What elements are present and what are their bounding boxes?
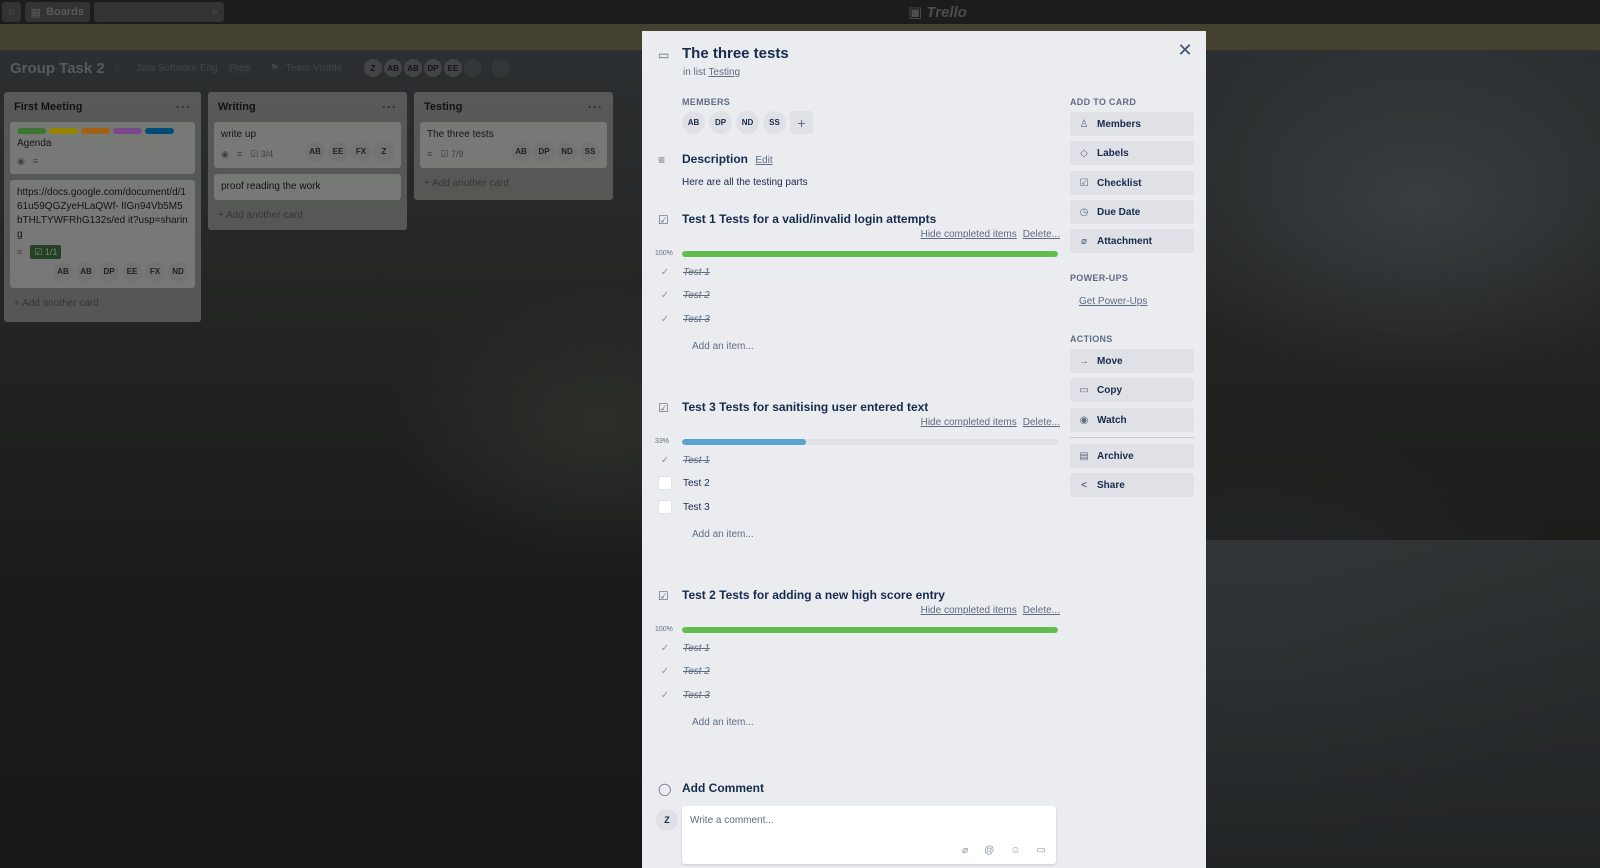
divider — [1070, 437, 1194, 438]
get-power-ups-link[interactable]: Get Power-Ups — [1079, 296, 1147, 307]
copy-button[interactable]: ▭ Copy — [1070, 378, 1194, 402]
checklist-title[interactable]: Test 3 Tests for sanitising user entered… — [682, 400, 928, 414]
clock-icon: ◷ — [1079, 206, 1089, 218]
checklist-percent: 100% — [655, 250, 673, 257]
checklist-item[interactable]: ✓ Test 1 — [658, 453, 710, 467]
checklist-icon: ☑ — [658, 401, 669, 415]
check-icon[interactable]: ✓ — [658, 312, 672, 326]
edit-description-link[interactable]: Edit — [755, 155, 772, 166]
card-icon: ▭ — [658, 48, 670, 62]
archive-button[interactable]: ▤ Archive — [1070, 444, 1194, 468]
in-list-text: in list Testing — [683, 67, 741, 78]
actions-label: ACTIONS — [1070, 334, 1113, 344]
emoji-icon[interactable]: ☺ — [1010, 845, 1020, 856]
copy-icon: ▭ — [1079, 384, 1089, 396]
comment-input[interactable]: Write a comment... ⌀ @ ☺ ▭ — [682, 806, 1056, 864]
delete-checklist-link[interactable]: Delete... — [1023, 229, 1060, 240]
check-icon[interactable]: ✓ — [658, 664, 672, 678]
progress-fill — [682, 439, 807, 445]
watch-button[interactable]: ◉ Watch — [1070, 408, 1194, 432]
checklist-icon: ☑ — [658, 589, 669, 603]
avatar[interactable]: ND — [736, 111, 759, 134]
card-title[interactable]: The three tests — [682, 45, 789, 62]
due-date-button[interactable]: ◷ Due Date — [1070, 200, 1194, 224]
person-icon: ♙ — [1079, 118, 1089, 130]
comment-placeholder: Write a comment... — [690, 815, 774, 826]
checklist-item[interactable]: ✓ Test 3 — [658, 688, 710, 702]
add-item-button[interactable]: Add an item... — [692, 529, 754, 540]
hide-completed-link[interactable]: Hide completed items — [921, 417, 1017, 428]
close-icon[interactable]: ✕ — [1174, 39, 1196, 61]
power-ups-label: POWER-UPS — [1070, 273, 1129, 283]
mention-icon[interactable]: @ — [984, 845, 994, 856]
checklist-item[interactable]: ✓ Test 1 — [658, 641, 710, 655]
checkbox[interactable] — [658, 500, 672, 514]
tag-icon: ◇ — [1080, 147, 1088, 159]
move-button[interactable]: → Move — [1070, 349, 1194, 373]
checklist-item[interactable]: ✓ Test 2 — [658, 288, 710, 302]
checklist-icon: ☑ — [658, 213, 669, 227]
card-detail-modal: ✕ ▭ The three tests in list Testing MEMB… — [642, 31, 1206, 868]
comment-icon: ◯ — [658, 782, 672, 796]
card-icon[interactable]: ▭ — [1037, 845, 1046, 856]
archive-icon: ▤ — [1079, 450, 1089, 462]
arrow-right-icon: → — [1079, 355, 1089, 367]
add-item-button[interactable]: Add an item... — [692, 341, 754, 352]
add-item-button[interactable]: Add an item... — [692, 717, 754, 728]
checklist-progress — [682, 627, 1058, 633]
checklist-title[interactable]: Test 2 Tests for adding a new high score… — [682, 588, 945, 602]
check-icon[interactable]: ✓ — [658, 641, 672, 655]
checklist-item[interactable]: Test 2 — [658, 476, 710, 490]
check-icon[interactable]: ✓ — [658, 288, 672, 302]
card-members: AB DP ND SS + — [682, 111, 813, 134]
checklist-item[interactable]: Test 3 — [658, 500, 710, 514]
share-icon: < — [1081, 479, 1087, 491]
add-to-card-label: ADD TO CARD — [1070, 97, 1137, 107]
paperclip-icon: ⌀ — [1080, 235, 1088, 247]
checkbox[interactable] — [658, 476, 672, 490]
description-heading: Description Edit — [682, 152, 773, 166]
checklist-item[interactable]: ✓ Test 3 — [658, 312, 710, 326]
members-label: MEMBERS — [682, 97, 731, 107]
checklist-button[interactable]: ☑ Checklist — [1070, 171, 1194, 195]
checklist-item[interactable]: ✓ Test 1 — [658, 265, 710, 279]
avatar[interactable]: Z — [656, 809, 678, 831]
avatar[interactable]: DP — [709, 111, 732, 134]
checklist-item[interactable]: ✓ Test 2 — [658, 664, 710, 678]
add-comment-heading: Add Comment — [682, 781, 764, 795]
progress-fill — [682, 251, 1058, 257]
delete-checklist-link[interactable]: Delete... — [1023, 605, 1060, 616]
checklist-progress — [682, 251, 1058, 257]
avatar[interactable]: SS — [763, 111, 786, 134]
check-icon[interactable]: ✓ — [658, 265, 672, 279]
checklist-icon: ☑ — [1079, 177, 1089, 189]
check-icon[interactable]: ✓ — [658, 688, 672, 702]
list-link[interactable]: Testing — [708, 67, 740, 78]
avatar[interactable]: AB — [682, 111, 705, 134]
hide-completed-link[interactable]: Hide completed items — [921, 229, 1017, 240]
members-button[interactable]: ♙ Members — [1070, 112, 1194, 136]
hide-completed-link[interactable]: Hide completed items — [921, 605, 1017, 616]
check-icon[interactable]: ✓ — [658, 453, 672, 467]
checklist-title[interactable]: Test 1 Tests for a valid/invalid login a… — [682, 212, 936, 226]
attachment-button[interactable]: ⌀ Attachment — [1070, 229, 1194, 253]
checklist-percent: 100% — [655, 626, 673, 633]
checklist-percent: 33% — [655, 438, 670, 445]
checklist-progress — [682, 439, 1058, 445]
description-icon: ≡ — [658, 153, 666, 167]
attachment-icon[interactable]: ⌀ — [962, 845, 968, 856]
add-member-button[interactable]: + — [790, 111, 813, 134]
share-button[interactable]: < Share — [1070, 473, 1194, 497]
delete-checklist-link[interactable]: Delete... — [1023, 417, 1060, 428]
labels-button[interactable]: ◇ Labels — [1070, 141, 1194, 165]
eye-icon: ◉ — [1079, 414, 1089, 426]
description-text[interactable]: Here are all the testing parts — [682, 177, 808, 188]
progress-fill — [682, 627, 1058, 633]
